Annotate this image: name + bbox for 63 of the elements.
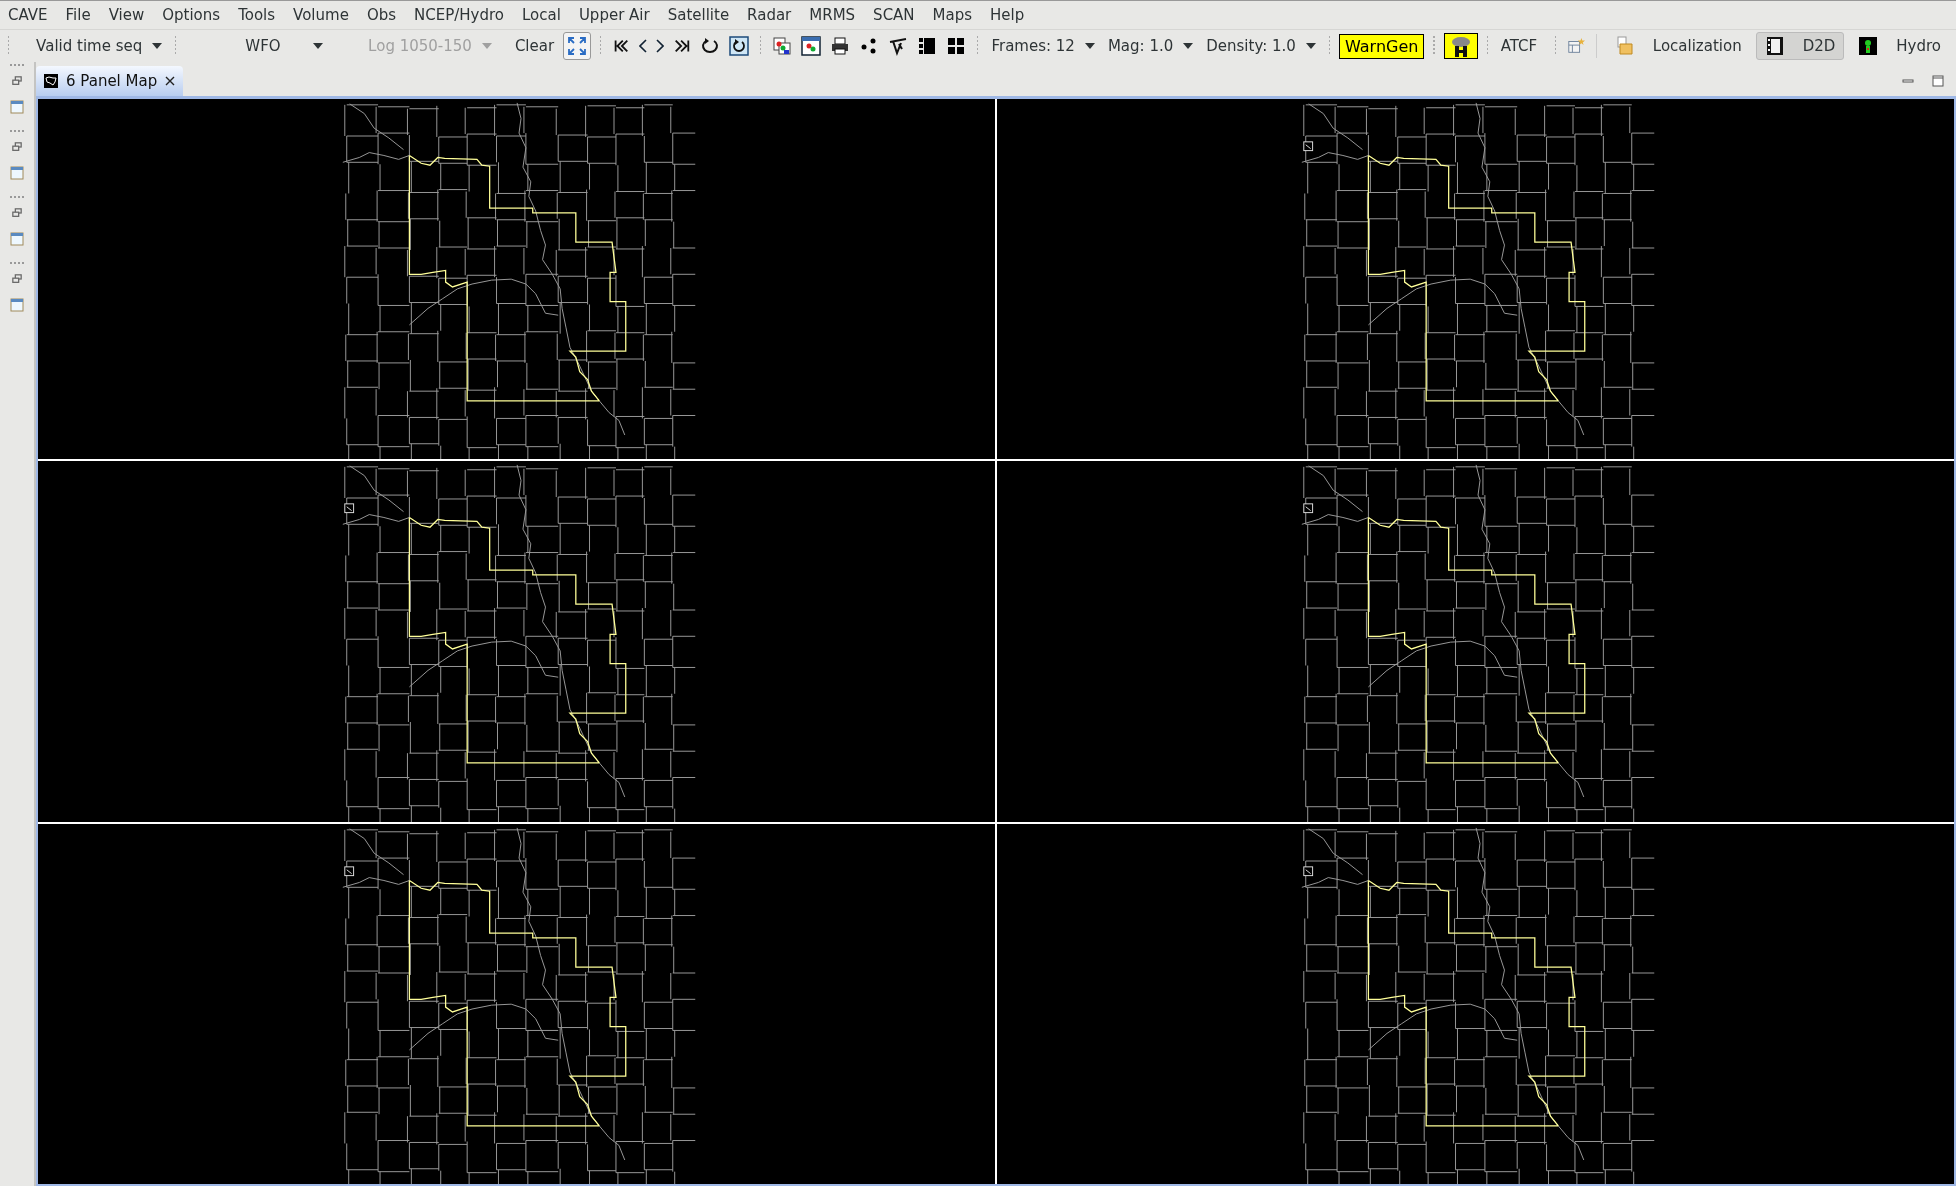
window-icon[interactable] [10,232,24,246]
menu-item[interactable]: Maps [923,3,982,27]
perspective-button[interactable]: D2D [1755,32,1845,60]
image-properties-button[interactable] [799,34,824,58]
map-panel[interactable] [997,99,1954,460]
menu-item[interactable]: Satellite [658,3,739,27]
menu-item[interactable]: Help [981,3,1034,27]
map-panel[interactable] [38,823,995,1184]
menu-item[interactable]: File [56,3,100,27]
menu-item[interactable]: CAVE [8,3,57,27]
film-strip-icon [1764,36,1785,56]
skip-back-icon [612,37,631,55]
restore-icon[interactable] [12,274,22,284]
menu-item[interactable]: Upper Air [569,3,659,27]
menu-item[interactable]: Volume [284,3,358,27]
storm-house-button[interactable] [1443,33,1478,59]
scale-dropdown[interactable]: WFO [185,37,328,55]
time-mode-dropdown[interactable]: Valid time seq [18,37,167,55]
menu-item[interactable]: Obs [357,3,406,27]
loop-properties-button[interactable] [727,34,752,58]
full-extent-button[interactable] [563,32,592,60]
editor-tab[interactable]: 6 Panel Map [36,66,184,96]
menu-item[interactable]: NCEP/Hydro [405,3,513,27]
caret-icon [1305,43,1316,49]
menu-item[interactable]: Local [513,3,570,27]
window-icon[interactable] [10,100,24,114]
menu-item[interactable]: View [99,3,154,27]
restore-icon[interactable] [12,76,22,86]
chevron-left-icon [639,39,648,53]
warngen-button[interactable]: WarnGen [1339,33,1425,59]
close-icon[interactable] [165,76,176,86]
chevron-right-icon [656,39,665,53]
menu-item[interactable]: SCAN [864,3,924,27]
map-icon [44,74,58,88]
atcf-button[interactable]: ATCF [1496,35,1542,57]
map-panel[interactable] [38,461,995,822]
map-panel[interactable] [997,461,1954,822]
clear-button[interactable]: Clear [510,35,559,57]
menu-item[interactable]: Tools [229,3,285,27]
caret-icon [1084,43,1095,49]
magnification-dropdown[interactable]: Mag: 1.0 [1103,37,1198,55]
window-icon[interactable] [10,166,24,180]
maximize-icon[interactable] [1932,75,1944,87]
next-frame-button[interactable] [654,37,667,55]
caret-icon [1183,43,1194,49]
perspective-button[interactable]: Hydro [1849,32,1950,60]
restore-icon[interactable] [12,208,22,218]
previous-frame-button[interactable] [637,37,650,55]
menu-item[interactable]: Options [153,3,230,27]
restore-icon[interactable] [12,142,22,152]
menu-item[interactable]: MRMS [800,3,865,27]
window-icon[interactable] [10,298,24,312]
caret-icon [481,43,492,49]
map-panel[interactable] [997,823,1954,1184]
frames-dropdown[interactable]: Frames: 12 [987,37,1099,55]
folder-document-icon [1614,36,1635,56]
density-dropdown[interactable]: Density: 1.0 [1202,37,1320,55]
perspective-button[interactable]: Localization [1605,32,1751,60]
menu-item[interactable]: Radar [738,3,801,27]
gauge-icon [1858,36,1879,56]
caret-icon [152,43,163,49]
map-panel[interactable] [38,99,995,460]
caret-icon [313,43,324,49]
